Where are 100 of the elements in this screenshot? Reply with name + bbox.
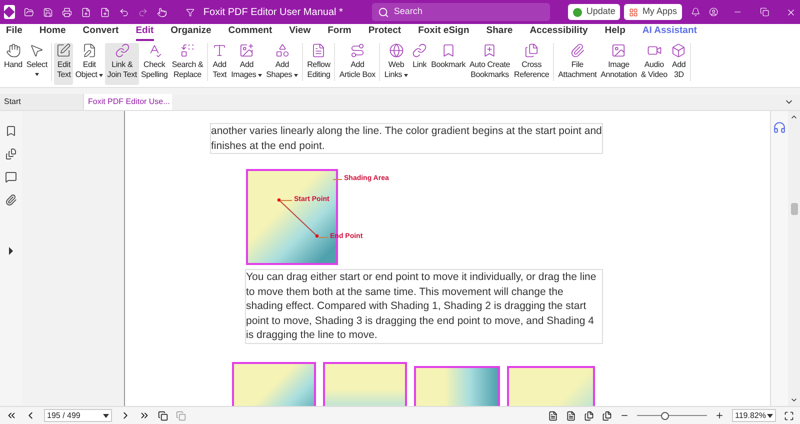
ribbon-button[interactable]: Edit Text: [54, 43, 74, 85]
caret-icon: [258, 74, 262, 76]
slider-thumb[interactable]: [661, 412, 669, 420]
expand-arrow-icon[interactable]: [9, 247, 13, 255]
ribbon-button[interactable]: Search & Replace: [170, 43, 206, 85]
image-icon: [239, 43, 254, 58]
last-page-icon[interactable]: [139, 410, 150, 421]
ribbon-button[interactable]: Check Spelling: [138, 43, 170, 85]
cube-icon: [671, 43, 686, 58]
menu-tab[interactable]: Organize: [170, 24, 212, 41]
ribbon-button[interactable]: Audio & Video: [638, 43, 670, 85]
menu-tab[interactable]: Protect: [368, 24, 402, 41]
hand-pointer-icon[interactable]: [156, 6, 167, 18]
ribbon-button[interactable]: Add Text: [210, 43, 230, 85]
replace-icon: [180, 43, 195, 58]
ribbon-button[interactable]: File Attachment: [556, 43, 599, 85]
menu-tab[interactable]: Form: [328, 24, 352, 41]
window-title: Foxit PDF Editor User Manual *: [203, 6, 343, 20]
update-button[interactable]: Update: [568, 4, 620, 20]
leader-line: [333, 178, 342, 180]
continuous-page-icon[interactable]: [566, 410, 576, 420]
scroll-up-icon[interactable]: [790, 113, 798, 121]
caret-icon: [767, 414, 773, 418]
caret-icon: [294, 74, 298, 76]
shapes-icon: [274, 43, 290, 58]
zoom-field[interactable]: 119.82%: [732, 409, 776, 422]
ribbon-button[interactable]: Auto Create Bookmarks: [468, 43, 512, 85]
save-icon[interactable]: [42, 6, 53, 18]
ribbon-button[interactable]: Add Article Box: [337, 43, 378, 85]
caret-icon: [404, 74, 408, 76]
menu-tab[interactable]: Convert: [82, 24, 119, 41]
files-icon: [524, 43, 540, 58]
single-page-icon[interactable]: [548, 410, 558, 420]
scrollbar-thumb[interactable]: [790, 202, 798, 214]
paperclip-icon[interactable]: [5, 194, 17, 206]
menu-tab[interactable]: Foxit eSign: [418, 24, 470, 41]
caret-icon: [103, 414, 109, 418]
ribbon-button[interactable]: Cross Reference: [512, 43, 552, 85]
search-field[interactable]: Search: [372, 3, 550, 21]
new-file-icon[interactable]: [100, 6, 110, 18]
image-icon: [611, 43, 626, 58]
two-page-icon[interactable]: [584, 410, 594, 420]
bookmark-icon: [482, 43, 498, 58]
pages-icon[interactable]: [158, 410, 168, 420]
ribbon-button[interactable]: Select: [24, 43, 50, 85]
restore-icon[interactable]: [760, 6, 769, 18]
pages-icon[interactable]: [5, 148, 17, 160]
zoom-in-icon[interactable]: [715, 411, 724, 420]
search-input[interactable]: Search: [394, 5, 544, 19]
comment-icon[interactable]: [5, 171, 17, 183]
ribbon-button[interactable]: Image Annotation: [598, 43, 639, 85]
bell-icon[interactable]: [690, 6, 700, 18]
menu-tab[interactable]: Comment: [228, 24, 272, 41]
ribbon-button[interactable]: Add 3D: [669, 43, 688, 85]
hand-icon: [6, 43, 21, 58]
menu-tab[interactable]: File: [6, 24, 22, 41]
grid-icon: [629, 8, 638, 16]
pointer-icon: [29, 43, 44, 58]
caret-icon: [34, 73, 39, 76]
menu-tab[interactable]: Share: [486, 24, 513, 41]
globe-icon: [388, 43, 404, 58]
ribbon-button[interactable]: Bookmark: [429, 43, 468, 85]
first-page-icon[interactable]: [6, 410, 17, 421]
new-file-icon[interactable]: [80, 6, 91, 18]
ribbon-button[interactable]: Hand: [2, 43, 24, 85]
ribbon-button[interactable]: Add Shapes: [264, 43, 300, 85]
page-number-field[interactable]: 195 / 499: [44, 409, 112, 422]
printer-icon[interactable]: [62, 6, 72, 18]
ribbon-button[interactable]: Web Links: [382, 43, 410, 85]
fullscreen-icon[interactable]: [784, 410, 794, 420]
ribbon-button[interactable]: Link & Join Text: [105, 43, 139, 85]
two-page-icon[interactable]: [602, 410, 612, 420]
menu-tab[interactable]: View: [289, 24, 311, 41]
menu-tab[interactable]: Home: [39, 24, 66, 41]
app-logo-icon: [4, 5, 15, 19]
bookmark-icon[interactable]: [5, 125, 17, 137]
paperclip-icon: [570, 43, 585, 58]
document-icon: [311, 43, 326, 58]
document-tab[interactable]: Start: [0, 94, 84, 110]
edit-text-icon: [56, 43, 72, 58]
headset-icon[interactable]: [773, 121, 786, 134]
leader-line: [280, 200, 292, 201]
ribbon-button[interactable]: Link: [410, 43, 430, 85]
folder-icon[interactable]: [24, 6, 34, 18]
route-icon: [350, 43, 365, 58]
ribbon-button[interactable]: Add Images: [229, 43, 264, 85]
scroll-down-icon[interactable]: [790, 396, 798, 404]
text-icon: [212, 43, 228, 58]
zoom-slider[interactable]: [637, 412, 707, 420]
menu-tab[interactable]: Accessibility: [530, 24, 588, 41]
ribbon-button[interactable]: Reflow Editing: [305, 43, 332, 85]
funnel-icon[interactable]: [186, 6, 194, 18]
menu-tab[interactable]: AI Assistant: [642, 24, 697, 41]
paragraph: You can drag either start or end point to move it individually, or drag the line to move them both at the same time. This movement will change the shading effect. Compared with Shading 1, Shading 2 is dragging the start point to move, Shading 3 is dragging the end point to move, and Shading 4 is dragging the line to move.: [245, 269, 603, 344]
paragraph: another varies linearly along the line. The color gradient begins at the start point and finishes at the end point.: [210, 123, 603, 154]
user-icon[interactable]: [709, 6, 718, 18]
menu-tab[interactable]: Help: [604, 24, 626, 41]
document-tab[interactable]: Foxit PDF Editor Use...: [84, 94, 172, 110]
my-apps-button[interactable]: My Apps: [624, 4, 682, 20]
bookmark-icon: [440, 43, 456, 58]
